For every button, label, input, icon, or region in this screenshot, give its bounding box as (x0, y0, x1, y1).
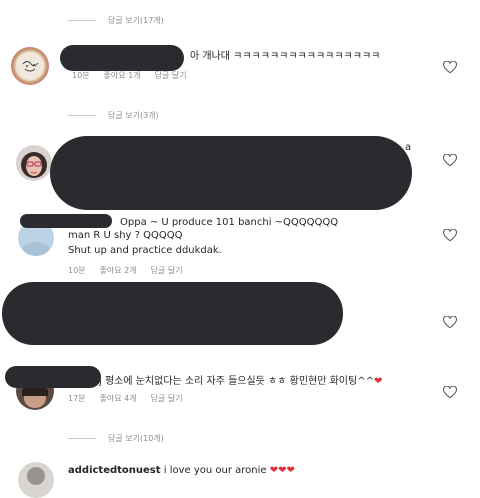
divider (68, 19, 96, 21)
view-replies-label: 답글 보기(3개) (108, 110, 159, 120)
timestamp: 10분 (72, 71, 90, 80)
username[interactable]: addictedtonuest (68, 465, 161, 476)
comment-body: j 평소에 눈치없다는 소리 자주 들으실듯 ㅎㅎ 황민현만 화이팅^^ (99, 376, 374, 387)
redacted-username (5, 366, 101, 388)
red-heart-icon: ❤ (286, 465, 295, 476)
comment-text: j 평소에 눈치없다는 소리 자주 들으실듯 ㅎㅎ 황민현만 화이팅^^❤ (99, 372, 382, 387)
avatar-sketch-icon (22, 61, 39, 72)
comment-text-line: Oppa ~ U produce 101 banchi ~QQQQQQQ (120, 217, 339, 228)
comment-meta: 10분 좋아요 1개 답글 달기 (72, 70, 201, 81)
like-heart-icon[interactable] (443, 61, 457, 74)
divider (68, 114, 96, 116)
avatar[interactable] (11, 47, 49, 85)
like-heart-icon[interactable] (443, 316, 457, 329)
like-heart-icon[interactable] (443, 154, 457, 167)
view-replies-toggle[interactable]: 답글 보기(10개) (68, 431, 164, 445)
comment-meta: 10분 좋아요 2개 답글 달기 (68, 265, 197, 276)
reply-button[interactable]: 답글 달기 (155, 71, 187, 80)
like-count[interactable]: 좋아요 4개 (100, 394, 137, 403)
view-replies-label: 답글 보기(17개) (108, 15, 164, 25)
avatar[interactable] (18, 462, 54, 498)
timestamp: 10분 (68, 266, 86, 275)
like-heart-icon[interactable] (443, 386, 457, 399)
comment-text: 아 개나대 ㅋㅋㅋㅋㅋㅋㅋㅋㅋㅋㅋㅋㅋㅋㅋㅋ (190, 51, 381, 62)
reply-button[interactable]: 답글 달기 (151, 394, 183, 403)
comment-meta: 17분 좋아요 4개 답글 달기 (68, 393, 197, 404)
avatar[interactable] (16, 145, 52, 181)
like-count[interactable]: 좋아요 2개 (100, 266, 137, 275)
red-heart-icon: ❤ (373, 376, 383, 387)
comment-text-line: Shut up and practice ddukdak. (68, 245, 222, 256)
reply-button[interactable]: 답글 달기 (151, 266, 183, 275)
red-heart-icon: ❤ (269, 465, 279, 476)
view-replies-toggle[interactable]: 답글 보기(3개) (68, 108, 159, 122)
redacted-username (20, 214, 112, 228)
comment-text: addictedtonuest i love you our aronie ❤❤… (68, 465, 295, 476)
view-replies-toggle[interactable]: 답글 보기(17개) (68, 13, 164, 27)
view-replies-label: 답글 보기(10개) (108, 433, 164, 443)
redacted-comment (2, 282, 343, 345)
comment-body: i love you our aronie (163, 465, 267, 476)
redacted-comment (50, 136, 412, 210)
divider (68, 437, 96, 439)
comment-text-fragment: a (405, 142, 412, 153)
comment-text-line: man R U shy ? QQQQQ (68, 230, 183, 241)
like-count[interactable]: 좋아요 1개 (104, 71, 141, 80)
timestamp: 17분 (68, 394, 86, 403)
avatar-photo-icon (27, 467, 45, 485)
avatar-photo-icon (21, 152, 47, 178)
redacted-username (60, 45, 184, 71)
like-heart-icon[interactable] (443, 229, 457, 242)
red-heart-icon: ❤ (278, 465, 287, 476)
